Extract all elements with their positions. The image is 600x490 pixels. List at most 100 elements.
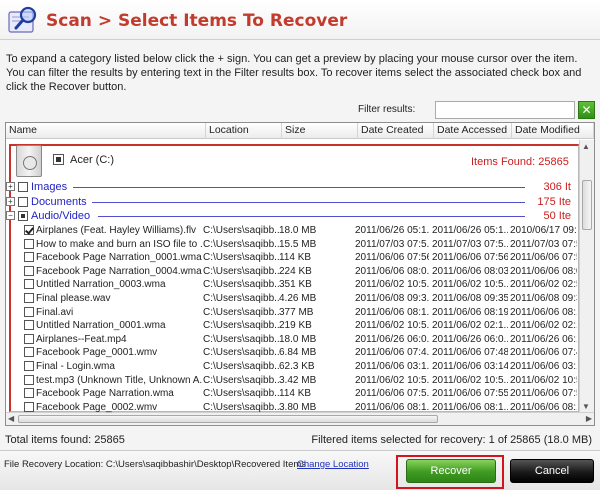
category-count: 50 Ite [543,210,571,222]
column-header-location[interactable]: Location [206,123,282,139]
cell-location: C:\Users\saqibb... [203,265,279,277]
cell-modified: 2011/07/03 07:5 [510,238,577,250]
cell-location: C:\Users\saqibb... [203,279,279,291]
cell-size: 18.0 MB [279,333,317,345]
category-label[interactable]: Images [31,181,67,193]
cell-name: Facebook Page Narration.wma [36,388,174,400]
cell-size: 18.0 MB [279,225,317,236]
cell-created: 2011/06/08 09:3... [355,293,429,304]
horizontal-scrollbar[interactable]: ◀ ▶ [6,412,594,425]
file-checkbox[interactable] [24,306,34,317]
file-checkbox[interactable] [24,401,34,412]
cell-modified: 2011/06/06 03:14 [510,361,577,372]
expand-toggle-icon[interactable]: − [6,211,15,220]
table-row[interactable]: Final.avi C:\Users\saqibb... 377 MB 2011/06… [6,306,579,319]
cell-accessed: 2011/06/02 10:5... [432,374,508,386]
clear-filter-button[interactable]: ✕ [578,101,595,119]
cell-created: 2011/06/06 08:1... [355,401,429,413]
recovery-location-text: File Recovery Location: C:\Users\saqibba… [4,459,307,470]
cell-size: 3.80 MB [279,401,317,413]
table-row[interactable]: Untitled Narration_0003.wma C:\Users\saqi… [6,278,579,291]
cell-accessed: 2011/06/06 07:56... [432,252,508,264]
cell-modified: 2010/06/17 09:59 [510,225,577,236]
file-checkbox[interactable] [24,388,34,399]
cell-accessed: 2011/06/06 03:14... [432,361,508,372]
category-label[interactable]: Documents [31,196,87,208]
category-row[interactable]: + Images 306 It [6,181,571,194]
cell-accessed: 2011/06/06 08:19... [432,306,508,318]
file-checkbox[interactable] [24,225,34,235]
vertical-scroll-thumb[interactable] [582,180,592,230]
cancel-button[interactable]: Cancel [510,459,594,483]
cell-name: Facebook Page Narration_0001.wma [36,252,202,264]
cell-accessed: 2011/07/03 07:5... [432,238,508,250]
scroll-right-icon[interactable]: ▶ [586,414,592,423]
scroll-left-icon[interactable]: ◀ [8,414,14,423]
cell-created: 2011/06/06 08:1... [355,306,429,318]
file-checkbox[interactable] [24,279,34,290]
change-location-link[interactable]: Change Location [297,459,369,470]
table-row[interactable]: Airplanes--Feat.mp4 C:\Users\saqibb... 18.… [6,333,579,346]
table-row[interactable]: Facebook Page_0002.wmv C:\Users\saqibb...… [6,401,579,414]
cell-size: 377 MB [279,306,314,318]
file-checkbox[interactable] [24,265,34,276]
cell-size: 219 KB [279,320,312,332]
column-header-size[interactable]: Size [282,123,358,139]
cell-created: 2011/06/02 10:5... [355,320,429,332]
hard-drive-icon [16,145,42,177]
cell-location: C:\Users\saqibb... [203,252,279,264]
file-checkbox[interactable] [24,361,34,371]
horizontal-scroll-thumb[interactable] [18,415,438,423]
file-checkbox[interactable] [24,320,34,331]
recover-button[interactable]: Recover [406,459,496,483]
table-row[interactable]: Untitled Narration_0001.wma C:\Users\saqi… [6,319,579,332]
table-row[interactable]: Facebook Page Narration.wma C:\Users\saqi… [6,387,579,400]
cell-modified: 2011/06/02 02:14 [510,320,577,332]
column-header-name[interactable]: Name [6,123,206,139]
cell-created: 2011/06/26 06:0... [355,333,429,345]
table-row[interactable]: Facebook Page Narration_0004.wma C:\Users… [6,265,579,278]
drive-label: Acer (C:) [70,154,114,166]
category-row[interactable]: + Documents 175 Ite [6,196,571,209]
category-label[interactable]: Audio/Video [31,210,90,222]
cell-location: C:\Users\saqibb... [203,293,279,304]
file-checkbox[interactable] [24,238,34,249]
file-checkbox[interactable] [24,347,34,358]
column-header-date-modified[interactable]: Date Modified [512,123,594,139]
cell-modified: 2011/06/26 06:13 [510,333,577,345]
expand-toggle-icon[interactable]: + [6,182,15,191]
column-header-date-created[interactable]: Date Created [358,123,434,139]
table-row[interactable]: Facebook Page Narration_0001.wma C:\Users… [6,251,579,264]
cell-modified: 2011/06/06 07:5 [510,252,577,264]
file-checkbox[interactable] [24,293,34,303]
table-row[interactable]: test.mp3 (Unknown Title, Unknown A... C:\… [6,374,579,387]
cell-name: Final - Login.wma [36,361,115,372]
cell-size: 3.42 MB [279,374,317,386]
table-row[interactable]: How to make and burn an ISO file to ... C… [6,238,579,251]
expand-toggle-icon[interactable]: + [6,197,15,206]
filter-input[interactable] [435,101,575,119]
category-checkbox[interactable] [18,211,28,221]
table-row[interactable]: Final please.wav C:\Users\saqibb... 4.26 M… [6,292,579,305]
table-row[interactable]: Airplanes (Feat. Hayley Williams).flv C:\… [6,224,579,237]
scroll-down-icon[interactable]: ▼ [582,402,590,411]
cell-size: 62.3 KB [279,361,315,372]
category-checkbox[interactable] [18,182,28,192]
file-checkbox[interactable] [24,252,34,263]
cell-modified: 2011/06/06 08:1 [510,401,577,413]
column-header-date-accessed[interactable]: Date Accessed [434,123,512,139]
cell-location: C:\Users\saqibb... [203,306,279,318]
file-checkbox[interactable] [24,333,34,344]
category-checkbox[interactable] [18,197,28,207]
table-row[interactable]: Final - Login.wma C:\Users\saqibb... 62.3 … [6,360,579,373]
cell-size: 4.26 MB [279,293,317,304]
scroll-up-icon[interactable]: ▲ [582,142,590,151]
category-row[interactable]: − Audio/Video 50 Ite [6,210,571,223]
vertical-scrollbar[interactable]: ▲ ▼ [579,140,594,413]
drive-checkbox[interactable] [53,154,64,165]
file-checkbox[interactable] [24,374,34,385]
cell-accessed: 2011/06/06 08:03... [432,265,508,277]
cell-modified: 2011/06/06 08:19 [510,306,577,318]
instructions-text: To expand a category listed below click … [6,53,582,93]
table-row[interactable]: Facebook Page_0001.wmv C:\Users\saqibb...… [6,346,579,359]
